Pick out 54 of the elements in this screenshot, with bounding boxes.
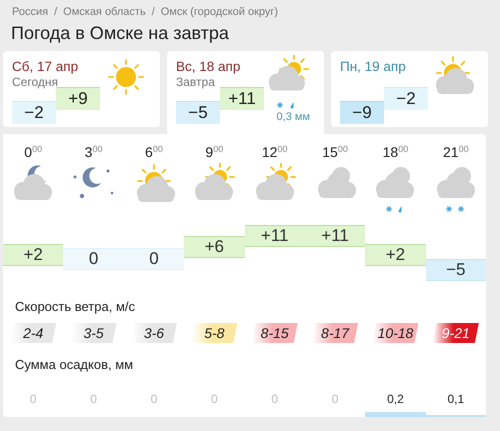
temperature-step: 0: [124, 248, 184, 270]
day-date: Пн, 19 апр: [340, 59, 406, 74]
precipitation-value: 0: [150, 392, 158, 406]
temperature-step: +2: [365, 244, 426, 266]
temperature-step: +11: [244, 225, 305, 247]
hour-label: 12$^{00}$: [262, 144, 288, 160]
wind-speed: 10-18: [372, 323, 418, 343]
max-temperature: −2: [384, 87, 428, 110]
day-date: Вс, 18 апр: [176, 59, 240, 74]
breadcrumb-link[interactable]: Омск (городской округ): [160, 6, 278, 18]
temperature-step: +2: [3, 244, 64, 266]
temperature-step: 0: [63, 248, 124, 270]
hour-label: 0$^{00}$: [24, 144, 42, 160]
breadcrumb-separator: /: [54, 6, 58, 18]
breadcrumb-separator: /: [152, 6, 155, 18]
wind-speed: 3-5: [70, 323, 117, 343]
temperature-step: +6: [184, 236, 244, 258]
precipitation-value: 0: [90, 392, 97, 406]
wind-label: Скорость ветра, м/с: [15, 299, 135, 314]
precipitation-value: 0,2: [387, 392, 404, 406]
precipitation-value: 0: [332, 392, 338, 406]
day-subtitle: Сегодня: [12, 75, 58, 89]
wind-speed: 5-8: [191, 323, 238, 343]
wind-speed: 8-15: [252, 323, 298, 343]
precipitation-value: 0,1: [447, 392, 464, 406]
min-temperature: −5: [176, 101, 220, 124]
min-temperature: −2: [12, 101, 56, 124]
hour-label: 6$^{00}$: [145, 144, 163, 160]
hour-label: 9$^{00}$: [205, 144, 224, 160]
day-card[interactable]: Пн, 19 апр −9 −2: [331, 51, 488, 127]
hour-label: 3$^{00}$: [84, 144, 102, 160]
day-subtitle: Завтра: [176, 75, 215, 89]
precipitation-amount: 0,3 мм: [276, 111, 310, 123]
max-temperature: +9: [56, 87, 100, 110]
day-date: Сб, 17 апр: [12, 59, 78, 74]
temperature-step: −5: [426, 258, 486, 281]
precipitation-value: 0: [210, 392, 218, 406]
breadcrumb-link[interactable]: Омская область: [63, 6, 146, 18]
breadcrumb-link[interactable]: Россия: [12, 6, 48, 18]
wind-speed: 3-6: [130, 323, 177, 343]
page-title: Погода в Омске на завтра: [11, 23, 230, 44]
wind-speed: 2-4: [10, 323, 56, 343]
hour-label: 15$^{00}$: [322, 144, 348, 160]
precipitation-value: 0: [271, 392, 278, 406]
day-card[interactable]: Вс, 18 апр Завтра −5 +11 0,3 мм: [167, 51, 324, 134]
temperature-step: +11: [304, 225, 366, 247]
wind-speed: 8-17: [312, 323, 358, 343]
max-temperature: +11: [220, 87, 264, 110]
hour-label: 21$^{00}$: [443, 144, 469, 160]
day-card[interactable]: Сб, 17 апр Сегодня −2 +9: [3, 51, 160, 127]
precipitation-label: Сумма осадков, мм: [15, 357, 134, 372]
precipitation-value: 0: [30, 392, 37, 406]
min-temperature: −9: [340, 101, 384, 124]
hour-label: 18$^{00}$: [382, 144, 408, 160]
